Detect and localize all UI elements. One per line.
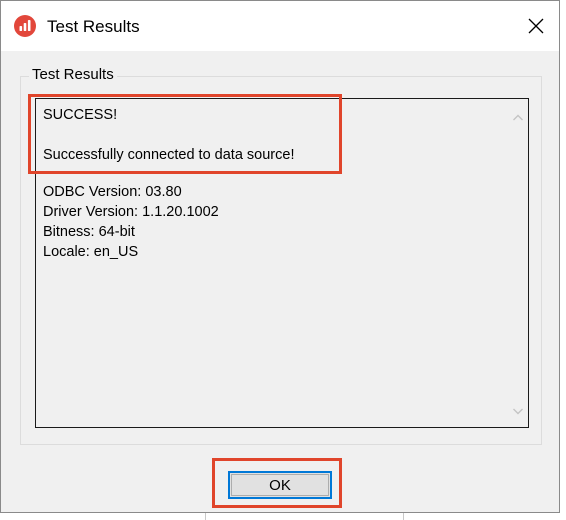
odbc-version-text: ODBC Version: 03.80	[43, 184, 182, 200]
scroll-up-icon[interactable]	[512, 112, 524, 124]
background-window-strip-bottom	[0, 513, 566, 520]
results-text-area[interactable]: SUCCESS! Successfully connected to data …	[35, 98, 529, 428]
message-text: Successfully connected to data source!	[43, 147, 295, 163]
close-button[interactable]	[513, 1, 559, 51]
window-title: Test Results	[47, 17, 140, 36]
scroll-down-icon[interactable]	[512, 405, 524, 417]
locale-text: Locale: en_US	[43, 244, 139, 260]
bitness-text: Bitness: 64-bit	[43, 224, 135, 240]
driver-version-text: Driver Version: 1.1.20.1002	[43, 204, 219, 220]
background-window-strip-right	[560, 0, 566, 520]
background-divider	[205, 513, 206, 520]
status-text: SUCCESS!	[43, 107, 118, 123]
vertical-scrollbar[interactable]	[508, 99, 528, 427]
title-bar[interactable]: Test Results	[1, 1, 559, 51]
group-label: Test Results	[29, 66, 117, 83]
ok-button[interactable]: OK	[228, 471, 332, 499]
close-icon	[528, 18, 544, 34]
bar-chart-icon	[14, 15, 36, 37]
background-divider	[403, 513, 404, 520]
